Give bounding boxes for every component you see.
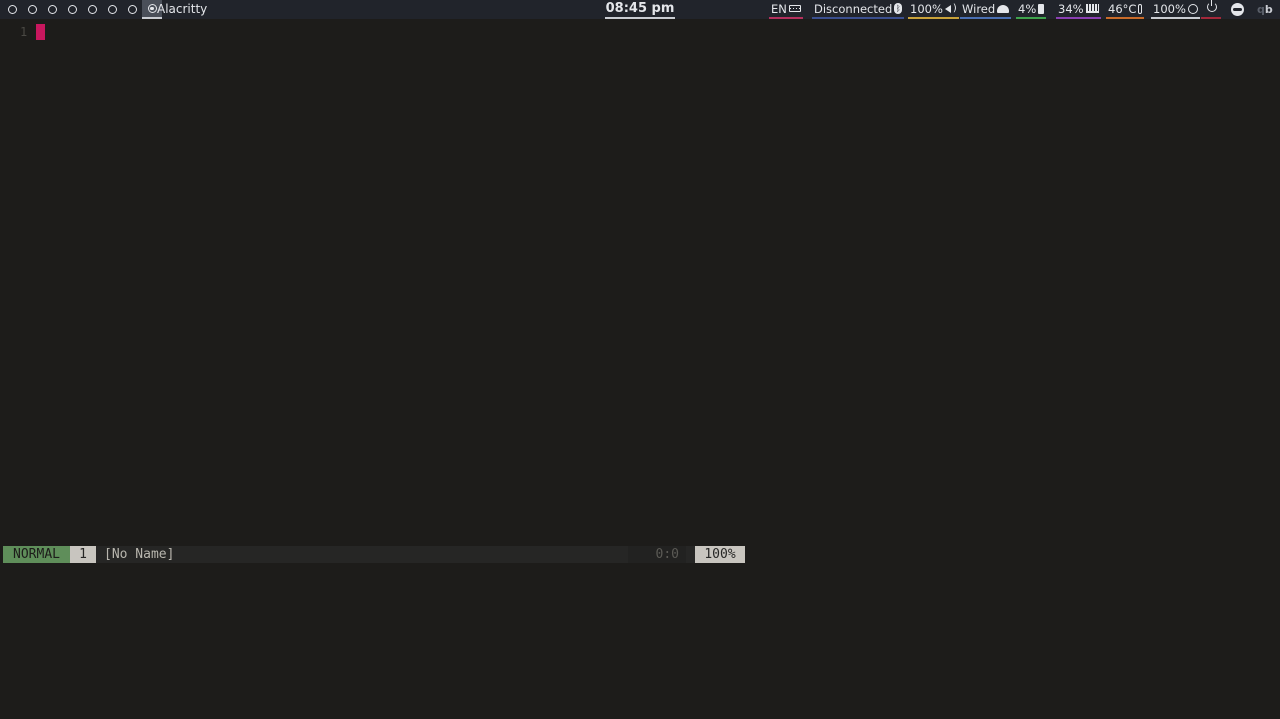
- vim-editor[interactable]: 1 NORMAL 1 [No Name] 0:0 100%: [0, 19, 1280, 719]
- brightness-level: 100%: [1153, 1, 1186, 16]
- volume-module[interactable]: 100% ): [908, 0, 959, 19]
- circle-icon: [107, 5, 117, 14]
- workspace-switcher: [2, 0, 162, 19]
- mode-indicator: NORMAL: [3, 546, 70, 563]
- workspace-4[interactable]: [62, 0, 82, 19]
- workspace-3[interactable]: [42, 0, 62, 19]
- bluetooth-icon: ᛒ: [894, 3, 903, 14]
- circle-icon: [27, 5, 37, 14]
- status-line: NORMAL 1 [No Name] 0:0 100%: [3, 546, 745, 563]
- network-status: Wired: [962, 1, 996, 16]
- speaker-icon: [944, 4, 951, 13]
- memory-icon: [1085, 4, 1099, 13]
- circle-icon: [47, 5, 57, 14]
- circle-icon: [127, 5, 137, 14]
- bluetooth-status: Disconnected: [814, 1, 893, 16]
- keyboard-layout-module[interactable]: EN: [769, 0, 803, 19]
- workspace-2[interactable]: [22, 0, 42, 19]
- top-bar: Alacritty 08:45 pm EN Disconnected ᛒ 100…: [0, 0, 1280, 19]
- battery-level: 4%: [1018, 1, 1037, 16]
- ethernet-icon: [997, 4, 1010, 13]
- memory-usage: 34%: [1058, 1, 1084, 16]
- workspace-7[interactable]: [122, 0, 142, 19]
- line-number: 1: [20, 25, 28, 39]
- workspace-6[interactable]: [102, 0, 122, 19]
- sound-waves-icon: ): [952, 2, 957, 14]
- circle-icon: [67, 5, 77, 14]
- battery-icon: [1038, 3, 1045, 14]
- keyboard-icon: [788, 5, 801, 12]
- thermometer-icon: [1138, 3, 1143, 14]
- brightness-module[interactable]: 100%: [1151, 0, 1200, 19]
- keyboard-layout-label: EN: [771, 1, 787, 16]
- temperature-value: 46°C: [1108, 1, 1137, 16]
- circle-icon: [7, 5, 17, 14]
- temperature-module[interactable]: 46°C: [1106, 0, 1145, 19]
- battery-module[interactable]: 4%: [1016, 0, 1047, 19]
- bluetooth-module[interactable]: Disconnected ᛒ: [812, 0, 905, 19]
- clock[interactable]: 08:45 pm: [605, 0, 675, 19]
- scroll-percent: 100%: [695, 546, 745, 563]
- volume-level: 100%: [910, 1, 943, 16]
- window-title: Alacritty: [157, 2, 208, 16]
- network-module[interactable]: Wired: [960, 0, 1012, 19]
- qb-indicator[interactable]: qb: [1257, 0, 1273, 19]
- qb-indicator-b: b: [1264, 3, 1273, 16]
- workspace-1[interactable]: [2, 0, 22, 19]
- memory-module[interactable]: 34%: [1056, 0, 1101, 19]
- user-icon[interactable]: [1231, 3, 1244, 16]
- power-icon[interactable]: [1207, 0, 1217, 12]
- workspace-5[interactable]: [82, 0, 102, 19]
- file-name: [No Name]: [104, 547, 175, 562]
- text-cursor: [36, 24, 45, 40]
- brightness-icon: [1187, 3, 1198, 14]
- qb-indicator-q: q: [1257, 3, 1265, 16]
- circle-icon: [87, 5, 97, 14]
- buffer-number: 1: [70, 546, 96, 563]
- circle-dot-icon: [147, 4, 157, 13]
- cursor-position: 0:0: [628, 546, 686, 563]
